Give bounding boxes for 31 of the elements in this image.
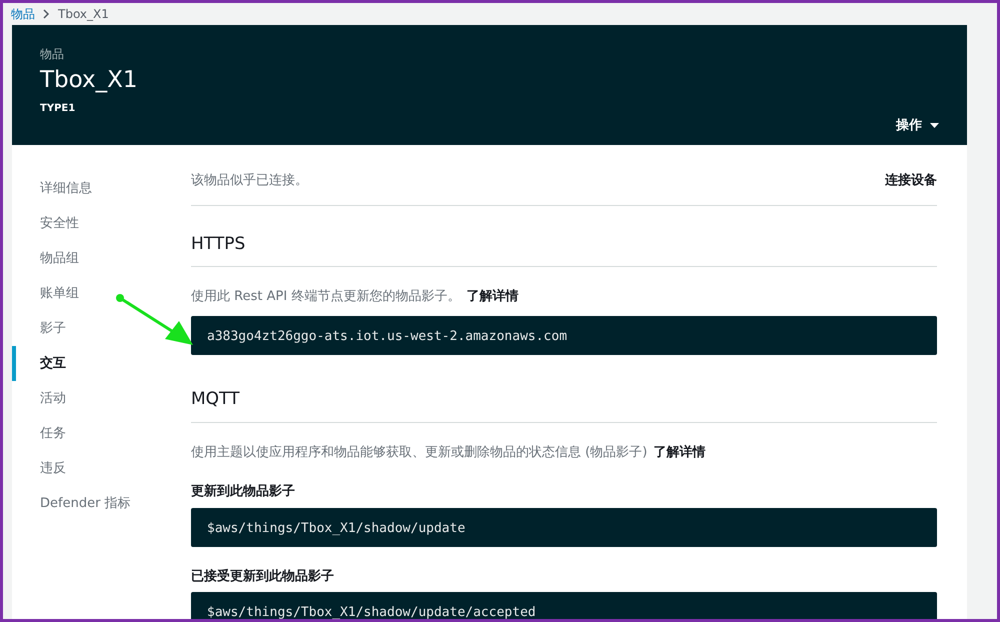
learn-more-link[interactable]: 了解详情 bbox=[466, 288, 518, 304]
endpoint-code: a383go4zt26ggo-ats.iot.us-west-2.amazonaws.com bbox=[191, 316, 937, 356]
sidebar-item[interactable]: 账单组 bbox=[12, 276, 79, 311]
page-title: Tbox_X1 bbox=[40, 67, 139, 95]
sidebar-item[interactable]: 违反 bbox=[12, 451, 66, 486]
sidebar-item[interactable]: 交互 bbox=[12, 346, 66, 381]
chevron-icon bbox=[43, 9, 50, 19]
sidebar-item[interactable]: 任务 bbox=[12, 416, 66, 451]
section-title: HTTPS bbox=[191, 206, 937, 267]
description: 使用此 Rest API 终端节点更新您的物品影子。 了解详情 bbox=[191, 288, 520, 306]
section-title: MQTT bbox=[191, 361, 937, 423]
sidebar-item[interactable]: 影子 bbox=[12, 311, 66, 346]
page-label: 物品 bbox=[40, 46, 65, 63]
thing-type: TYPE1 bbox=[40, 102, 76, 116]
status-text: 该物品似乎已连接。 bbox=[191, 172, 308, 190]
topic-code: $aws/things/Tbox_X1/shadow/update bbox=[191, 508, 937, 547]
sidebar-item[interactable]: Defender 指标 bbox=[12, 486, 131, 521]
actions-dropdown[interactable]: 操作 bbox=[896, 116, 939, 136]
breadcrumb-link[interactable]: 物品 bbox=[11, 6, 35, 22]
caret-icon bbox=[930, 122, 939, 128]
sidebar-item[interactable]: 安全性 bbox=[12, 206, 79, 241]
learn-more-link[interactable]: 了解详情 bbox=[653, 444, 706, 460]
description: 使用主题以使应用程序和物品能够获取、更新或删除物品的状态信息 (物品影子) 了解详情 bbox=[191, 444, 706, 462]
breadcrumb-current: Tbox_X1 bbox=[58, 6, 109, 22]
sidebar-item[interactable]: 活动 bbox=[12, 381, 66, 416]
topic-label: 已接受更新到此物品影子 bbox=[191, 568, 335, 586]
sidebar-item[interactable]: 详细信息 bbox=[12, 171, 92, 206]
topic-code: $aws/things/Tbox_X1/shadow/update/accepted bbox=[191, 592, 937, 619]
connect-device-button[interactable]: 连接设备 bbox=[885, 171, 937, 190]
topic-label: 更新到此物品影子 bbox=[191, 482, 296, 502]
sidebar-item[interactable]: 物品组 bbox=[12, 241, 79, 276]
